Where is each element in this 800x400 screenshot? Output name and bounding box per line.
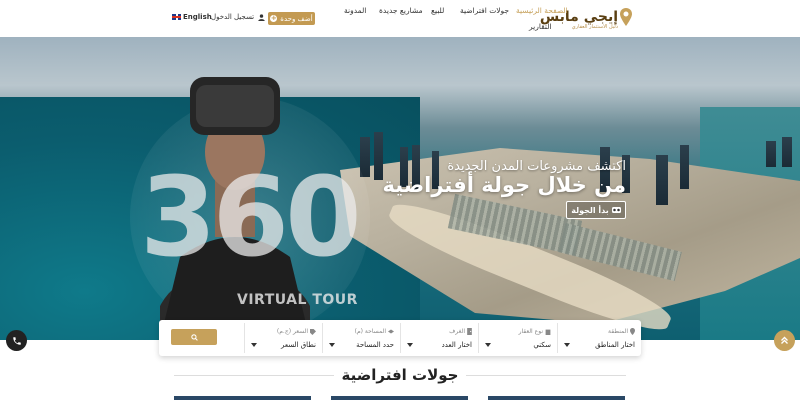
tour-card[interactable] — [331, 396, 468, 400]
virtual-tours-section-title: جولات افتراضية — [341, 366, 459, 384]
chevron-down-icon — [564, 343, 570, 347]
user-icon — [258, 13, 265, 21]
language-label: English — [183, 13, 212, 21]
login-label: تسجيل الدخول — [211, 13, 255, 21]
search-icon — [190, 333, 198, 341]
language-switch[interactable]: English — [172, 13, 212, 21]
nav-virtual-tours[interactable]: جولات افتراضية — [460, 6, 509, 15]
region-field-label: المنطقة — [608, 328, 635, 335]
nav-for-sale[interactable]: للبيع — [431, 6, 444, 15]
price-value: نطاق السعر — [280, 341, 316, 349]
region-select[interactable]: المنطقة اختار المناطق — [557, 323, 641, 353]
site-header: إيجي مابس دليل الاستثمار العقاري الصفحة … — [0, 0, 800, 37]
badge-360: 360 — [140, 153, 362, 281]
rooms-field-label: الغرف — [449, 328, 472, 335]
nav-home[interactable]: الصفحة الرئيسية — [516, 6, 568, 15]
chevron-down-icon — [251, 343, 257, 347]
property-type-label: نوع العقار — [518, 328, 543, 335]
tower — [680, 145, 689, 189]
uk-flag-icon — [172, 14, 181, 20]
tag-icon — [310, 328, 316, 335]
nav-reports[interactable]: التقارير — [529, 22, 552, 31]
building-icon — [545, 329, 551, 335]
tower — [782, 137, 792, 167]
region-label: المنطقة — [608, 328, 628, 335]
call-button[interactable] — [6, 330, 27, 351]
chevron-down-icon — [407, 343, 413, 347]
property-search-bar: المنطقة اختار المناطق نوع العقار سكني ال… — [159, 320, 641, 356]
hero-title: من خلال جولة أفتراضية — [382, 173, 626, 197]
area-select[interactable]: المساحة (م) حدد المساحة — [322, 323, 400, 353]
badge-virtual-tour: VIRTUAL TOUR — [237, 292, 358, 308]
rooms-select[interactable]: الغرف اختار العدد — [400, 323, 478, 353]
area-field-label: المساحة (م) — [355, 328, 394, 335]
start-tour-label: بدأ الجولة — [571, 205, 609, 215]
hero-banner: 360 VIRTUAL TOUR اكتشف مشروعات المدن الج… — [0, 37, 800, 340]
rooms-value: اختار العدد — [441, 341, 472, 349]
nav-blog[interactable]: المدونة — [344, 6, 366, 15]
tower — [360, 137, 370, 177]
search-button[interactable] — [171, 329, 217, 345]
chevron-down-icon — [485, 343, 491, 347]
add-unit-label: أضف وحدة — [280, 14, 313, 23]
phone-icon — [12, 336, 21, 345]
site-logo[interactable]: إيجي مابس دليل الاستثمار العقاري — [540, 8, 632, 30]
property-type-select[interactable]: نوع العقار سكني — [478, 323, 557, 353]
price-label: السعر (ج.م) — [276, 328, 308, 335]
tower — [656, 155, 668, 205]
property-type-value: سكني — [533, 341, 551, 349]
tour-card[interactable] — [174, 396, 311, 400]
region-value: اختار المناطق — [595, 341, 635, 349]
start-tour-button[interactable]: بدأ الجولة — [566, 201, 626, 219]
hero-subtitle: اكتشف مشروعات المدن الجديدة — [447, 159, 626, 174]
tower — [766, 141, 776, 167]
property-type-field-label: نوع العقار — [519, 328, 551, 335]
logo-tagline: دليل الاستثمار العقاري — [571, 24, 618, 30]
plus-circle-icon: + — [270, 14, 278, 22]
door-icon — [467, 328, 472, 335]
tour-card[interactable] — [488, 396, 625, 400]
add-unit-button[interactable]: + أضف وحدة — [268, 12, 315, 25]
map-pin-icon — [630, 328, 635, 335]
vr-headset-icon — [611, 207, 621, 213]
login-link[interactable]: تسجيل الدخول — [211, 13, 265, 21]
nav-new-projects[interactable]: مشاريع جديدة — [379, 6, 423, 15]
double-chevron-up-icon — [781, 336, 788, 344]
rooms-label: الغرف — [449, 328, 465, 335]
area-value: حدد المساحة — [356, 341, 394, 349]
ruler-icon — [388, 329, 394, 334]
price-field-label: السعر (ج.م) — [277, 328, 316, 335]
scroll-to-top-button[interactable] — [774, 330, 795, 351]
logo-pin-icon — [620, 8, 632, 26]
price-select[interactable]: السعر (ج.م) نطاق السعر — [244, 323, 322, 353]
area-label: المساحة (م) — [354, 328, 386, 335]
chevron-down-icon — [329, 343, 335, 347]
